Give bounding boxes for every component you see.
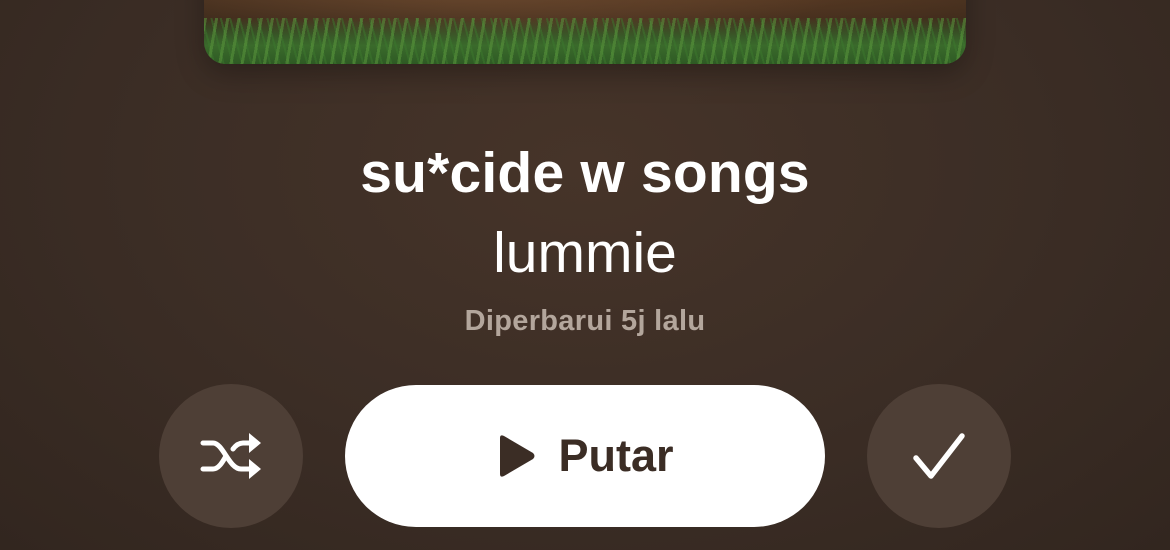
checkmark-icon — [912, 431, 966, 481]
added-to-library-button[interactable] — [867, 384, 1011, 528]
play-icon — [496, 433, 536, 479]
playlist-artwork — [204, 0, 966, 64]
shuffle-button[interactable] — [159, 384, 303, 528]
updated-timestamp: Diperbarui 5j lalu — [464, 305, 706, 337]
playlist-title: su*cide w songs — [360, 141, 810, 205]
play-button[interactable]: Putar — [345, 385, 825, 527]
shuffle-icon — [199, 431, 263, 481]
play-button-label: Putar — [558, 430, 674, 481]
playlist-creator[interactable]: lummie — [0, 222, 1170, 284]
artwork-grass — [204, 18, 966, 64]
